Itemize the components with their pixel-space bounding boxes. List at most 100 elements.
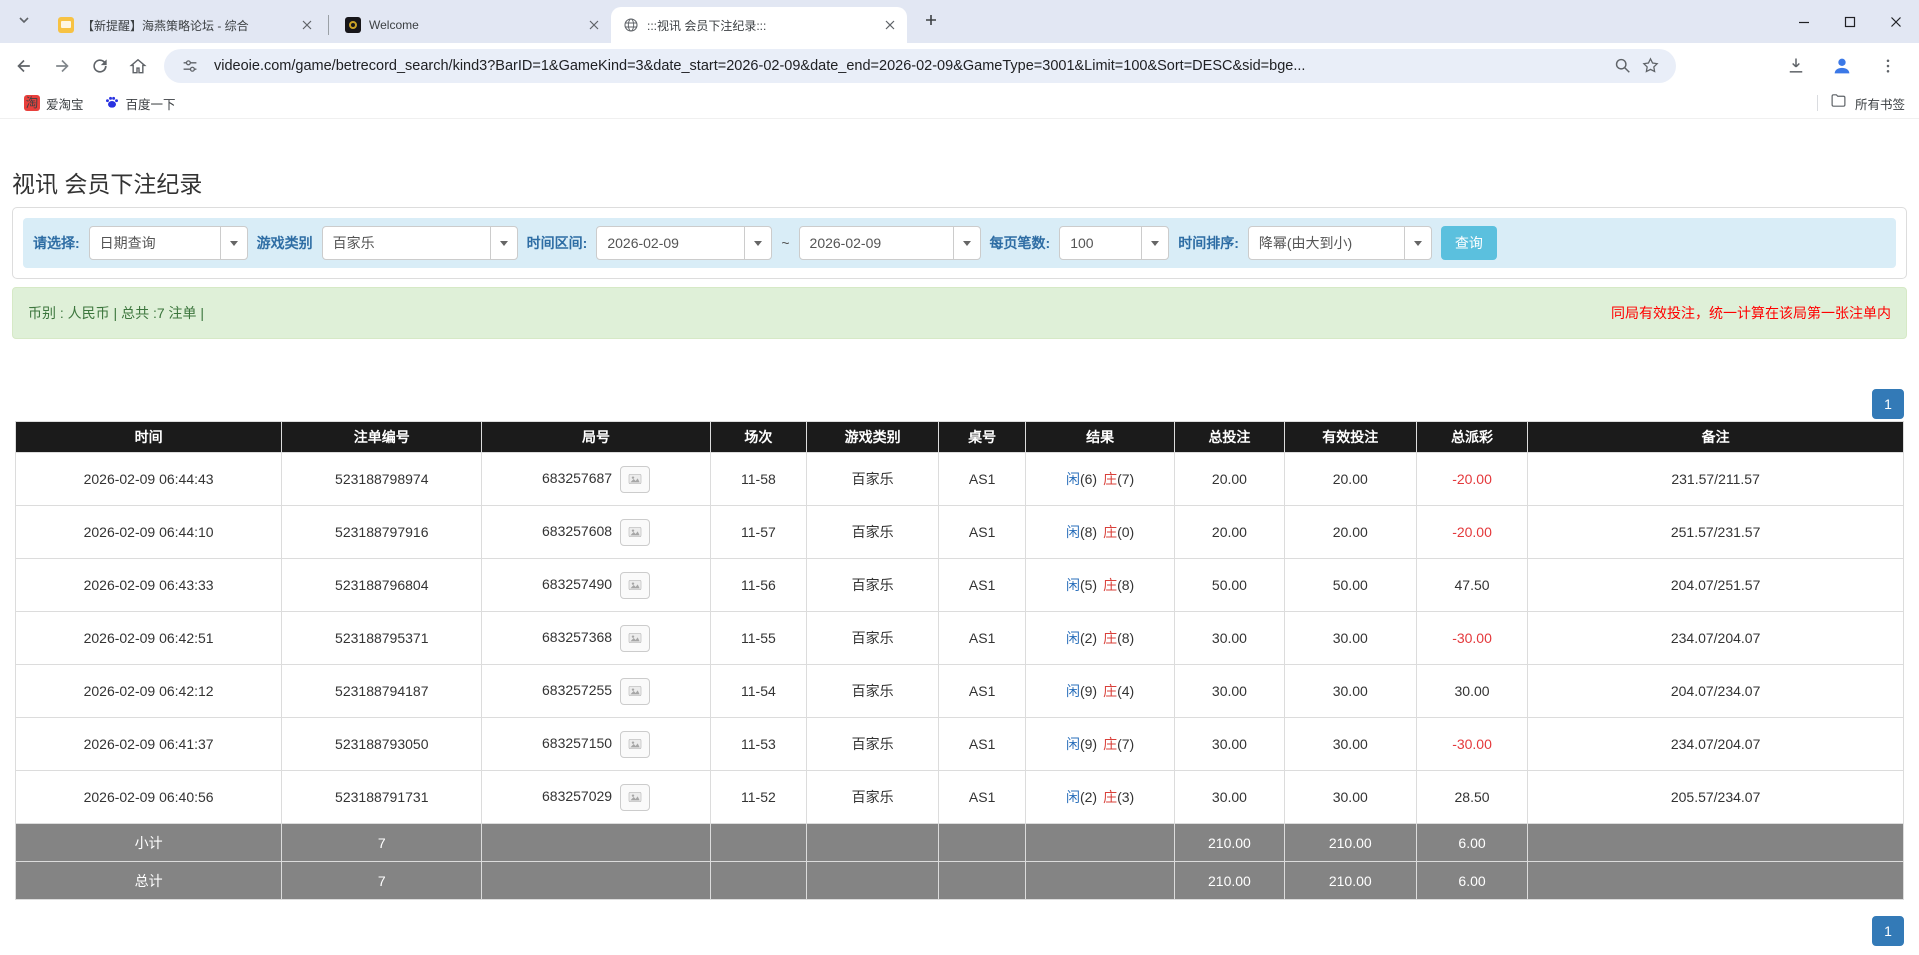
round-id: 683257150 bbox=[542, 734, 613, 751]
all-bookmarks[interactable]: 所有书签 bbox=[1816, 92, 1905, 114]
game-type: 百家乐 bbox=[806, 611, 940, 665]
globe-icon bbox=[623, 17, 639, 33]
minimize-button[interactable] bbox=[1781, 0, 1827, 43]
subtotal-count: 7 bbox=[281, 823, 483, 862]
query-type-select[interactable]: 日期查询 bbox=[88, 226, 248, 260]
bet-time: 2026-02-09 06:44:43 bbox=[14, 452, 283, 506]
session: 11-52 bbox=[709, 770, 808, 824]
player-result: 闲 bbox=[1065, 471, 1080, 487]
bookmark-star-icon[interactable] bbox=[1636, 52, 1664, 80]
replay-icon-button[interactable] bbox=[620, 730, 651, 758]
result-cell: 闲(9) 庄(7) bbox=[1025, 717, 1176, 771]
note: 234.07/204.07 bbox=[1527, 611, 1904, 665]
total-payout: 6.00 bbox=[1415, 861, 1529, 900]
total-count: 7 bbox=[281, 861, 483, 900]
page-size-select[interactable]: 100 bbox=[1059, 226, 1170, 260]
total-bet-link[interactable]: 20.00 bbox=[1174, 505, 1285, 559]
chevron-down-icon[interactable] bbox=[952, 227, 980, 259]
tab-welcome[interactable]: Welcome bbox=[333, 7, 611, 43]
table-row: 2026-02-09 06:43:33 523188796804 6832574… bbox=[14, 558, 1904, 612]
table-row: 2026-02-09 06:41:37 523188793050 6832571… bbox=[14, 717, 1904, 771]
tab-search-button[interactable] bbox=[10, 8, 38, 36]
table-row: 2026-02-09 06:44:10 523188797916 6832576… bbox=[14, 505, 1904, 559]
total-bet-link[interactable]: 30.00 bbox=[1174, 611, 1285, 665]
forward-button[interactable] bbox=[46, 50, 78, 82]
bookmark-taobao[interactable]: 淘 爱淘宝 bbox=[14, 91, 94, 115]
bet-id: 523188794187 bbox=[281, 664, 483, 718]
bookmark-label: 爱淘宝 bbox=[46, 97, 84, 112]
downloads-icon[interactable] bbox=[1779, 49, 1813, 83]
round-id: 683257687 bbox=[542, 469, 613, 486]
result-cell: 闲(9) 庄(4) bbox=[1025, 664, 1176, 718]
round-id: 683257029 bbox=[542, 787, 613, 804]
replay-icon-button[interactable] bbox=[620, 571, 651, 599]
chevron-down-icon[interactable] bbox=[1141, 227, 1168, 259]
profile-avatar[interactable] bbox=[1825, 49, 1859, 83]
close-tab-icon[interactable] bbox=[881, 16, 899, 34]
close-tab-icon[interactable] bbox=[298, 16, 316, 34]
close-window-button[interactable] bbox=[1873, 0, 1919, 43]
date-range-label: 时间区间: bbox=[526, 235, 588, 251]
total-bet-link[interactable]: 30.00 bbox=[1174, 664, 1285, 718]
replay-icon-button[interactable] bbox=[620, 677, 651, 705]
replay-icon-button[interactable] bbox=[620, 624, 651, 652]
chevron-down-icon[interactable] bbox=[1403, 227, 1431, 259]
banker-result: 庄 bbox=[1103, 524, 1118, 540]
url-address-bar[interactable]: videoie.com/game/betrecord_search/kind3?… bbox=[164, 48, 1676, 83]
chevron-down-icon[interactable] bbox=[219, 227, 247, 259]
toolbar-right-group bbox=[1779, 49, 1919, 83]
subtotal-row: 小计 7 210.00 210.00 6.00 bbox=[14, 823, 1904, 862]
maximize-button[interactable] bbox=[1827, 0, 1873, 43]
table-number: AS1 bbox=[938, 717, 1027, 771]
chevron-down-icon bbox=[18, 13, 30, 31]
bet-time: 2026-02-09 06:41:37 bbox=[14, 717, 283, 771]
replay-icon-button[interactable] bbox=[620, 465, 651, 493]
new-tab-button[interactable] bbox=[917, 8, 945, 36]
baidu-paw-icon bbox=[104, 94, 120, 113]
home-button[interactable] bbox=[122, 50, 154, 82]
browser-tab-bar: 【新提醒】海燕策略论坛 - 综合 Welcome :::视讯 会员下注纪录::: bbox=[0, 0, 1919, 43]
back-button[interactable] bbox=[8, 50, 40, 82]
tab-bet-records-active[interactable]: :::视讯 会员下注纪录::: bbox=[611, 7, 907, 43]
table-header-row: 时间 注单编号 局号 场次 游戏类别 桌号 结果 总投注 有效投注 总派彩 备注 bbox=[14, 421, 1904, 453]
player-result: 闲 bbox=[1065, 577, 1080, 593]
page-1-button[interactable]: 1 bbox=[1872, 916, 1904, 946]
url-text[interactable]: videoie.com/game/betrecord_search/kind3?… bbox=[214, 58, 1608, 74]
payout: -20.00 bbox=[1415, 452, 1529, 506]
chevron-down-icon[interactable] bbox=[744, 227, 771, 259]
bet-id: 523188797916 bbox=[281, 505, 483, 559]
round-id: 683257368 bbox=[542, 628, 613, 645]
date-end-input[interactable]: 2026-02-09 bbox=[798, 226, 981, 260]
query-button[interactable]: 查询 bbox=[1440, 226, 1497, 260]
total-bet-link[interactable]: 30.00 bbox=[1174, 770, 1285, 824]
pagination-top: 1 bbox=[15, 389, 1904, 419]
total-bet-link[interactable]: 20.00 bbox=[1174, 452, 1285, 506]
total-bet-link[interactable]: 30.00 bbox=[1174, 717, 1285, 771]
column-header: 注单编号 bbox=[281, 421, 483, 453]
bet-id: 523188793050 bbox=[281, 717, 483, 771]
site-settings-icon[interactable] bbox=[176, 52, 204, 80]
session: 11-57 bbox=[709, 505, 808, 559]
total-bet-link[interactable]: 50.00 bbox=[1174, 558, 1285, 612]
page-1-button[interactable]: 1 bbox=[1872, 389, 1904, 419]
sort-order-select[interactable]: 降幂(由大到小) bbox=[1247, 226, 1432, 260]
subtotal-total-bet: 210.00 bbox=[1174, 823, 1285, 862]
game-type: 百家乐 bbox=[806, 558, 940, 612]
note: 231.57/211.57 bbox=[1527, 452, 1904, 506]
close-tab-icon[interactable] bbox=[585, 16, 603, 34]
result-cell: 闲(2) 庄(8) bbox=[1025, 611, 1176, 665]
replay-icon-button[interactable] bbox=[620, 783, 651, 811]
date-start-input[interactable]: 2026-02-09 bbox=[596, 226, 773, 260]
table-number: AS1 bbox=[938, 611, 1027, 665]
tab-forum[interactable]: 【新提醒】海燕策略论坛 - 综合 bbox=[46, 7, 324, 43]
zoom-search-icon[interactable] bbox=[1608, 52, 1636, 80]
total-total-bet: 210.00 bbox=[1174, 861, 1285, 900]
chevron-down-icon[interactable] bbox=[489, 227, 517, 259]
menu-dots-icon[interactable] bbox=[1871, 49, 1905, 83]
round-id-cell: 683257608 bbox=[481, 505, 711, 559]
replay-icon-button[interactable] bbox=[620, 518, 651, 546]
round-id: 683257255 bbox=[542, 681, 613, 698]
reload-button[interactable] bbox=[84, 50, 116, 82]
game-type-select[interactable]: 百家乐 bbox=[321, 226, 518, 260]
bookmark-baidu[interactable]: 百度一下 bbox=[94, 91, 186, 115]
